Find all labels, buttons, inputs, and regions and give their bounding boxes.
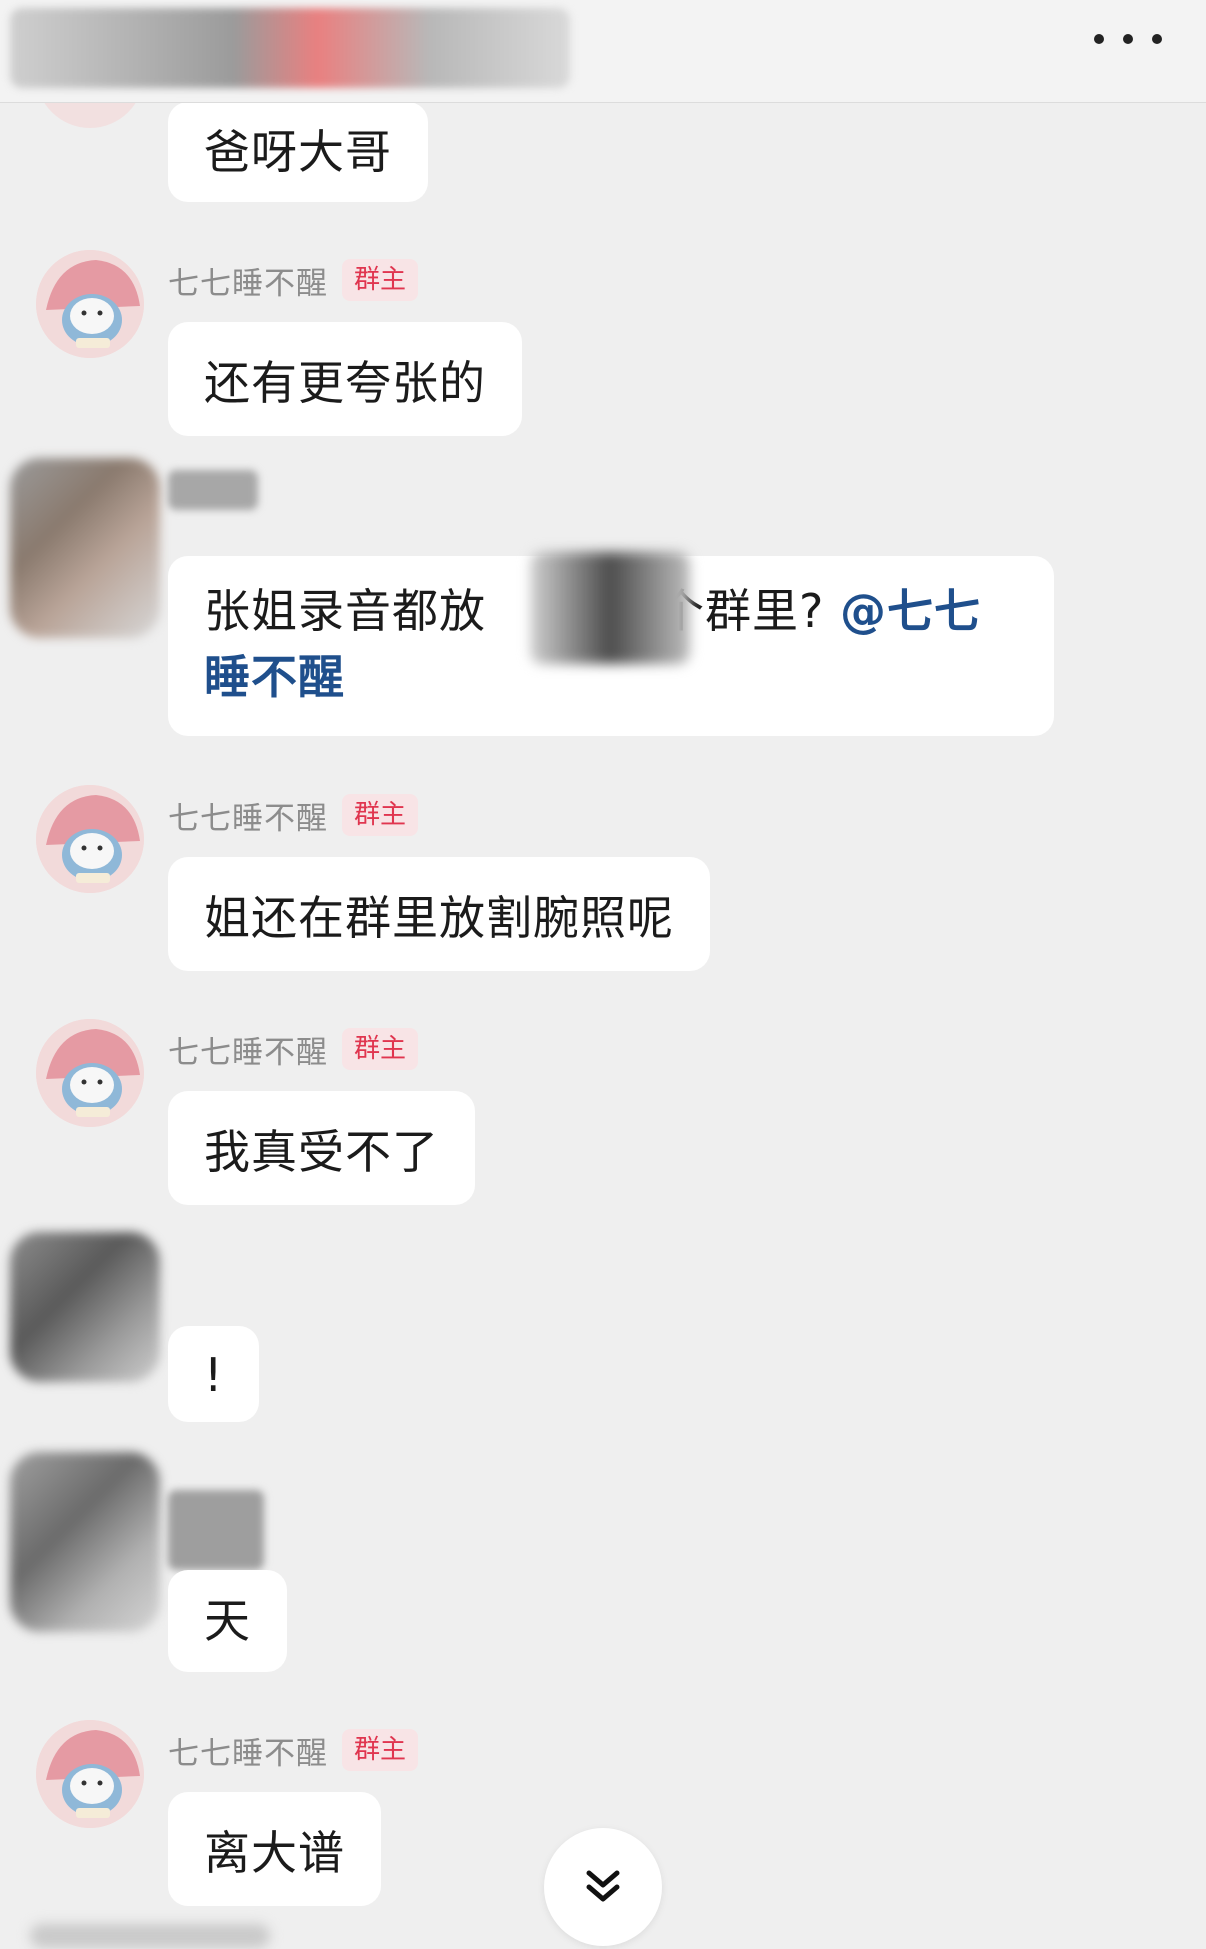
avatar-image — [36, 1019, 144, 1127]
redacted-avatar — [10, 458, 160, 638]
owner-badge: 群主 — [342, 794, 419, 836]
owner-badge: 群主 — [342, 1729, 419, 1771]
chat-header — [0, 0, 1206, 103]
avatar[interactable] — [36, 785, 144, 893]
redacted-avatar — [10, 1452, 160, 1632]
message-bubble[interactable]: 姐还在群里放割腕照呢 — [168, 857, 710, 971]
sender-name[interactable]: 七七睡不醒 — [168, 258, 328, 303]
sender-row: 七七睡不醒 群主 — [168, 1027, 419, 1072]
message-bubble[interactable]: 我真受不了 — [168, 1091, 475, 1205]
chat-screen: 爸呀大哥 七七睡不醒 群主 还有更夸张的 张姐录音都放个群里? @七七睡不醒 — [0, 0, 1206, 1949]
more-dots-icon — [1094, 34, 1104, 44]
avatar[interactable] — [36, 250, 144, 358]
avatar-image — [36, 785, 144, 893]
redacted-title — [10, 8, 570, 88]
redacted-avatar — [10, 1232, 160, 1382]
sender-row: 七七睡不醒 群主 — [168, 793, 419, 838]
message-bubble[interactable]: 爸呀大哥 — [168, 102, 428, 202]
message-bubble[interactable]: 天 — [168, 1570, 287, 1672]
owner-badge: 群主 — [342, 1028, 419, 1070]
double-chevron-down-icon — [586, 1870, 620, 1902]
sender-row: 七七睡不醒 群主 — [168, 258, 419, 303]
message-bubble[interactable]: 还有更夸张的 — [168, 322, 522, 436]
message-bubble[interactable]: ! — [168, 1326, 260, 1422]
more-dots-icon-dot — [1152, 34, 1162, 44]
redacted-text — [530, 552, 690, 664]
redacted-sender-name — [168, 470, 258, 510]
more-dots-icon-dot — [1123, 34, 1133, 44]
sender-row: 七七睡不醒 群主 — [168, 1728, 419, 1773]
more-options-button[interactable] — [1094, 24, 1162, 54]
message-text: 张姐录音都放 — [204, 584, 486, 638]
redacted-area — [30, 1924, 270, 1948]
avatar[interactable] — [36, 1720, 144, 1828]
sender-name[interactable]: 七七睡不醒 — [168, 793, 328, 838]
avatar[interactable] — [36, 1019, 144, 1127]
sender-name[interactable]: 七七睡不醒 — [168, 1728, 328, 1773]
message-bubble[interactable]: 离大谱 — [168, 1792, 381, 1906]
avatar-image — [36, 1720, 144, 1828]
scroll-to-bottom-button[interactable] — [544, 1828, 662, 1946]
owner-badge: 群主 — [342, 259, 419, 301]
sender-name[interactable]: 七七睡不醒 — [168, 1027, 328, 1072]
avatar-image — [36, 250, 144, 358]
redacted-sender-name — [168, 1490, 264, 1570]
